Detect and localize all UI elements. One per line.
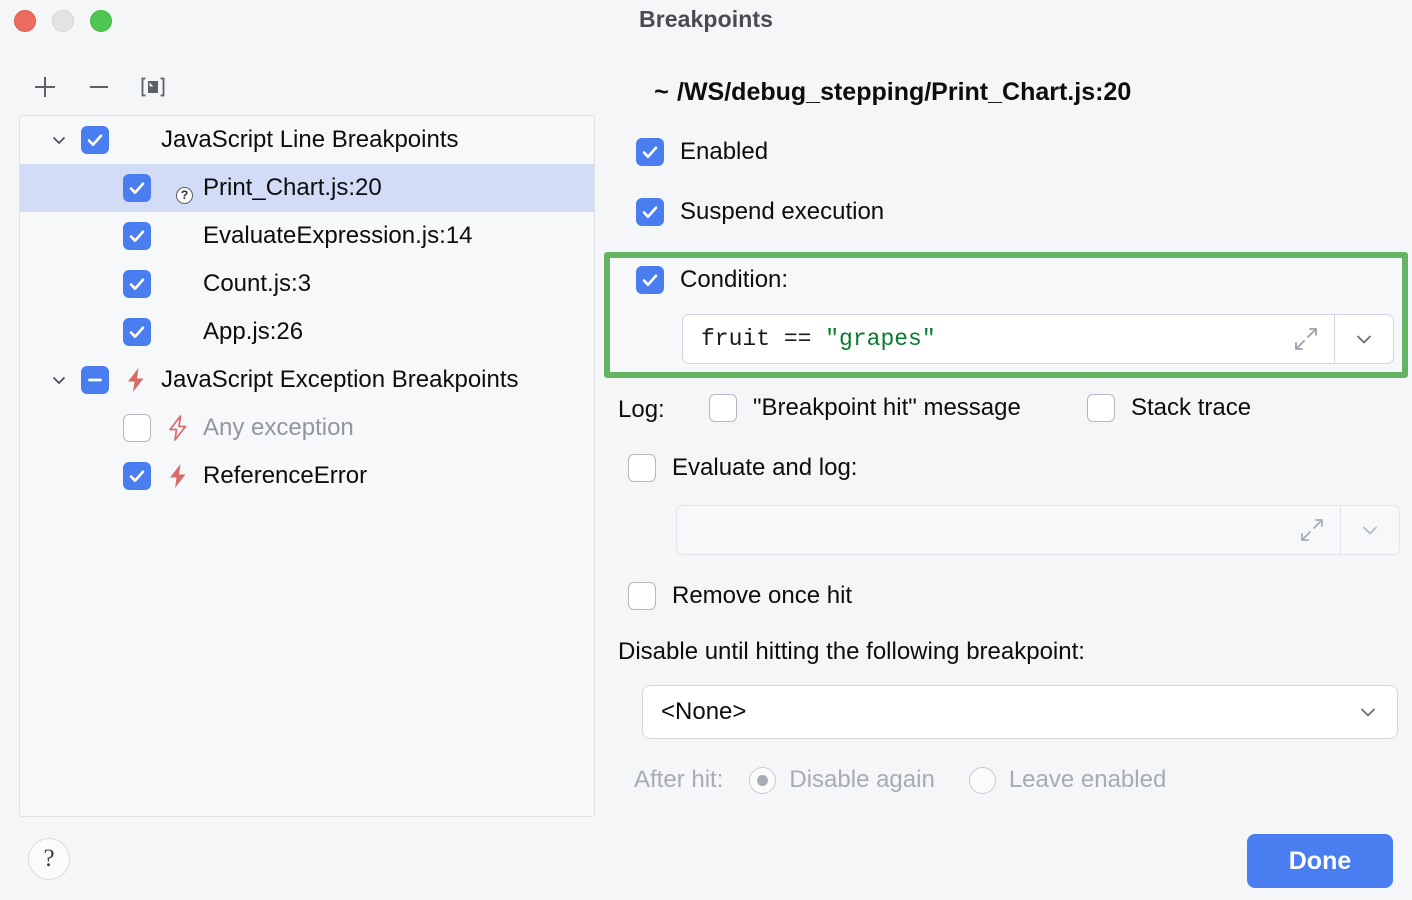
log-breakpoint-hit-label: "Breakpoint hit" message — [753, 394, 1021, 422]
expand-editor-icon[interactable] — [1284, 506, 1340, 554]
condition-highlight-box: Condition: fruit == "grapes" — [604, 252, 1408, 378]
exception-checkbox[interactable] — [123, 462, 151, 490]
evaluate-and-log-history-dropdown[interactable] — [1341, 506, 1399, 554]
condition-code-text: fruit == — [701, 326, 825, 352]
breakpoint-path-text: /WS/debug_stepping/Print_Chart.js:20 — [677, 78, 1131, 107]
breakpoint-dot-icon — [165, 223, 191, 249]
condition-badge: ? — [176, 187, 193, 204]
tree-item-label: ReferenceError — [203, 462, 367, 490]
log-stack-trace-row[interactable]: Stack trace — [1087, 394, 1251, 422]
tree-item-print-chart[interactable]: ? Print_Chart.js:20 — [20, 164, 594, 212]
enabled-label: Enabled — [680, 138, 768, 166]
log-breakpoint-hit-checkbox[interactable] — [709, 394, 737, 422]
suspend-execution-checkbox[interactable] — [636, 198, 664, 226]
log-stack-trace-checkbox[interactable] — [1087, 394, 1115, 422]
after-hit-disable-again-radio[interactable] — [749, 767, 776, 794]
after-hit-group: After hit: Disable again Leave enabled — [634, 766, 1166, 794]
conditional-breakpoint-icon: ? — [165, 175, 191, 201]
expand-editor-icon[interactable] — [1278, 315, 1334, 363]
tree-item-count[interactable]: Count.js:3 — [20, 260, 594, 308]
exception-bolt-icon — [165, 463, 191, 489]
tree-item-label: Any exception — [203, 414, 354, 442]
chevron-down-icon[interactable] — [45, 366, 73, 394]
condition-history-dropdown[interactable] — [1335, 315, 1393, 363]
breakpoint-checkbox[interactable] — [123, 222, 151, 250]
chevron-down-icon[interactable] — [45, 126, 73, 154]
breakpoint-dot-icon — [123, 127, 149, 153]
evaluate-and-log-row[interactable]: Evaluate and log: — [628, 454, 857, 482]
tree-item-label: Print_Chart.js:20 — [203, 174, 382, 202]
breakpoint-checkbox[interactable] — [123, 318, 151, 346]
exception-bolt-outline-icon — [165, 415, 191, 441]
remove-once-hit-checkbox[interactable] — [628, 582, 656, 610]
disable-until-dropdown[interactable]: <None> — [642, 685, 1398, 739]
tree-item-label: App.js:26 — [203, 318, 303, 346]
breakpoint-details-pane: ~ /WS/debug_stepping/Print_Chart.js:20 E… — [604, 0, 1412, 900]
suspend-execution-label: Suspend execution — [680, 198, 884, 226]
tree-group-label: JavaScript Exception Breakpoints — [161, 366, 519, 394]
remove-breakpoint-button[interactable] — [82, 70, 116, 104]
log-stack-trace-label: Stack trace — [1131, 394, 1251, 422]
group-checkbox[interactable] — [81, 126, 109, 154]
breakpoints-tree[interactable]: JavaScript Line Breakpoints ? Print_Char… — [19, 115, 595, 817]
enabled-row[interactable]: Enabled — [636, 138, 768, 166]
breakpoint-checkbox[interactable] — [123, 270, 151, 298]
evaluate-and-log-input[interactable] — [677, 506, 1284, 554]
condition-string-text: "grapes" — [825, 326, 935, 352]
done-button[interactable]: Done — [1247, 834, 1393, 888]
tilde-prefix-icon: ~ — [654, 79, 669, 108]
after-hit-disable-again-label: Disable again — [789, 766, 934, 794]
tree-group-js-line-breakpoints[interactable]: JavaScript Line Breakpoints — [20, 116, 594, 164]
tree-toolbar — [28, 70, 170, 104]
disable-until-value: <None> — [661, 698, 1357, 726]
exception-checkbox[interactable] — [123, 414, 151, 442]
condition-row[interactable]: Condition: — [636, 266, 788, 294]
remove-once-hit-row[interactable]: Remove once hit — [628, 582, 852, 610]
log-breakpoint-hit-row[interactable]: "Breakpoint hit" message — [709, 394, 1021, 422]
evaluate-and-log-checkbox[interactable] — [628, 454, 656, 482]
group-by-icon[interactable] — [136, 70, 170, 104]
after-hit-label: After hit: — [634, 766, 723, 794]
breakpoint-checkbox[interactable] — [123, 174, 151, 202]
condition-label: Condition: — [680, 266, 788, 294]
tree-item-any-exception[interactable]: Any exception — [20, 404, 594, 452]
suspend-execution-row[interactable]: Suspend execution — [636, 198, 884, 226]
log-label: Log: — [618, 396, 665, 424]
tree-group-label: JavaScript Line Breakpoints — [161, 126, 459, 154]
tree-item-label: Count.js:3 — [203, 270, 311, 298]
add-breakpoint-button[interactable] — [28, 70, 62, 104]
after-hit-leave-enabled-radio[interactable] — [969, 767, 996, 794]
tree-item-evaluate-expression[interactable]: EvaluateExpression.js:14 — [20, 212, 594, 260]
breakpoint-path: ~ /WS/debug_stepping/Print_Chart.js:20 — [654, 78, 1131, 108]
evaluate-and-log-label: Evaluate and log: — [672, 454, 857, 482]
remove-once-hit-label: Remove once hit — [672, 582, 852, 610]
breakpoints-dialog: Breakpoints JavaScr — [0, 0, 1412, 900]
condition-input[interactable]: fruit == "grapes" — [683, 315, 1278, 363]
chevron-down-icon[interactable] — [1357, 701, 1379, 723]
condition-field[interactable]: fruit == "grapes" — [682, 314, 1394, 364]
after-hit-leave-enabled-label: Leave enabled — [1009, 766, 1166, 794]
tree-group-js-exception-breakpoints[interactable]: JavaScript Exception Breakpoints — [20, 356, 594, 404]
enabled-checkbox[interactable] — [636, 138, 664, 166]
breakpoint-dot-icon — [165, 319, 191, 345]
group-checkbox-indeterminate[interactable] — [81, 366, 109, 394]
condition-checkbox[interactable] — [636, 266, 664, 294]
tree-item-reference-error[interactable]: ReferenceError — [20, 452, 594, 500]
breakpoint-dot-icon — [165, 271, 191, 297]
evaluate-and-log-field[interactable] — [676, 505, 1400, 555]
tree-item-label: EvaluateExpression.js:14 — [203, 222, 472, 250]
exception-bolt-icon — [123, 367, 149, 393]
tree-item-app[interactable]: App.js:26 — [20, 308, 594, 356]
help-button[interactable]: ? — [28, 838, 70, 880]
disable-until-label: Disable until hitting the following brea… — [618, 638, 1085, 666]
